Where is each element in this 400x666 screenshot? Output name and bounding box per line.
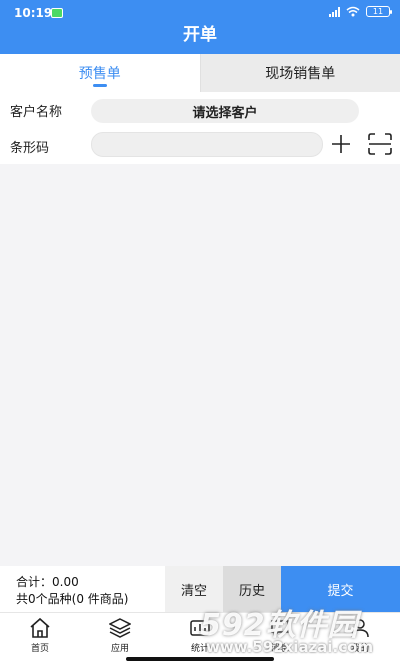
- order-summary: 合计：0.00 共0个品种(0 件商品): [16, 574, 128, 608]
- customer-row: 客户名称 请选择客户: [0, 92, 400, 128]
- nav-profile-label: 我的: [350, 644, 369, 654]
- barcode-row: 条形码: [0, 128, 400, 164]
- customer-select-button[interactable]: 请选择客户: [91, 99, 359, 123]
- total-value: 0.00: [52, 575, 79, 589]
- barcode-input[interactable]: [91, 132, 323, 157]
- tab-presale[interactable]: 预售单: [0, 54, 200, 92]
- total-line: 合计：0.00: [16, 574, 128, 591]
- stats-icon: [190, 620, 210, 636]
- wifi-icon: [346, 6, 360, 17]
- customer-label: 客户名称: [10, 105, 63, 120]
- app-header: 10:19 11 开单: [0, 0, 400, 54]
- order-action-bar: 合计：0.00 共0个品种(0 件商品) 清空 历史 提交: [0, 566, 400, 612]
- status-time: 10:19: [14, 6, 53, 20]
- nav-messages-label: 消息: [270, 644, 289, 654]
- scan-barcode-button[interactable]: [366, 130, 394, 158]
- nav-apps-label: 应用: [110, 644, 129, 654]
- layers-icon: [109, 618, 131, 638]
- signal-icon: [329, 6, 340, 17]
- plus-icon: [332, 135, 350, 153]
- order-form: 客户名称 请选择客户 条形码: [0, 92, 400, 164]
- tab-onsite-sale[interactable]: 现场销售单: [199, 54, 400, 92]
- active-tab-indicator: [92, 84, 107, 87]
- nav-stats-label: 统计: [190, 644, 209, 654]
- submit-button[interactable]: 提交: [281, 566, 400, 612]
- item-list-area: [0, 164, 400, 566]
- scan-icon: [368, 133, 392, 155]
- tab-presale-label: 预售单: [78, 66, 121, 82]
- total-label: 合计：: [16, 575, 53, 589]
- status-indicators: 11: [329, 6, 392, 17]
- item-count: 共0个品种(0 件商品): [16, 592, 129, 606]
- add-item-button[interactable]: [327, 130, 355, 158]
- user-icon: [351, 619, 369, 638]
- page-title: 开单: [183, 25, 217, 45]
- barcode-label: 条形码: [10, 141, 50, 156]
- battery-icon: 11: [366, 6, 392, 17]
- nav-item-home[interactable]: 首页: [0, 613, 80, 666]
- nav-home-label: 首页: [30, 644, 49, 654]
- order-type-tabs: 预售单 现场销售单: [0, 54, 400, 92]
- clear-button[interactable]: 清空: [165, 566, 223, 612]
- nav-item-profile[interactable]: 我的: [320, 613, 400, 666]
- home-indicator: [126, 657, 274, 661]
- home-icon: [30, 617, 50, 638]
- message-icon: [271, 620, 289, 638]
- notification-app-icon: [51, 8, 63, 18]
- tab-onsite-sale-label: 现场销售单: [265, 66, 336, 82]
- history-button[interactable]: 历史: [223, 566, 281, 612]
